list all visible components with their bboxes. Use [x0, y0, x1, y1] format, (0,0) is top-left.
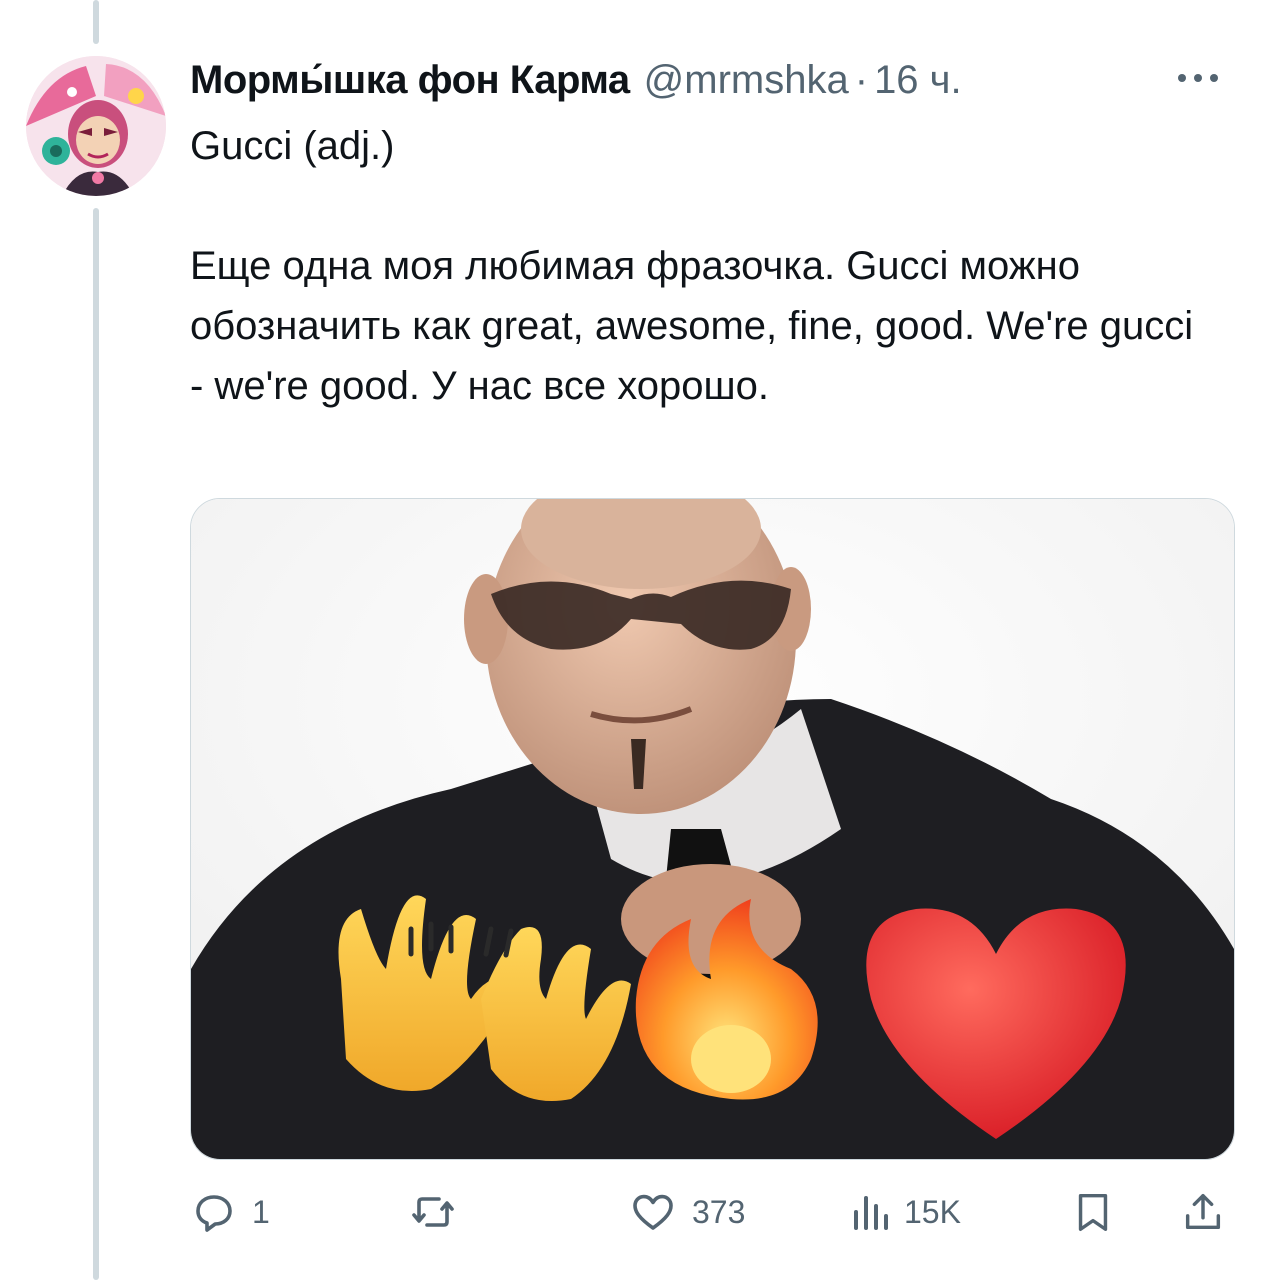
share-button[interactable]	[1180, 1184, 1226, 1240]
post-text: Gucci (adj.) Еще одна моя любимая фразоч…	[190, 124, 1194, 408]
views-button[interactable]: 15K	[850, 1184, 961, 1240]
avatar[interactable]	[26, 56, 166, 196]
reply-count: 1	[252, 1193, 270, 1230]
bookmark-button[interactable]	[1070, 1184, 1116, 1240]
reply-button[interactable]: 1	[190, 1184, 270, 1240]
share-icon	[1185, 1193, 1221, 1230]
bookmark-icon	[1078, 1193, 1108, 1231]
views-icon	[854, 1196, 888, 1230]
post-header: Мормы́шка фон Карма @mrmshka · 16 ч.	[190, 50, 1241, 110]
repost-icon	[412, 1197, 454, 1227]
thread-line-bottom	[93, 208, 99, 1280]
separator-dot: ·	[854, 57, 869, 102]
post-image[interactable]	[190, 498, 1235, 1160]
reply-icon	[196, 1195, 232, 1232]
action-bar: 1 373 15K	[190, 1184, 1233, 1240]
post-time[interactable]: 16 ч.	[874, 58, 962, 103]
more-options-icon[interactable]	[1173, 58, 1223, 98]
views-count: 15K	[904, 1193, 961, 1230]
display-name[interactable]: Мормы́шка фон Карма	[190, 58, 630, 103]
user-handle[interactable]: @mrmshka	[644, 58, 849, 103]
like-count: 373	[692, 1193, 746, 1230]
repost-button[interactable]	[408, 1184, 472, 1240]
like-button[interactable]: 373	[628, 1184, 745, 1240]
thread-line-top	[93, 0, 99, 44]
heart-icon	[633, 1194, 673, 1230]
